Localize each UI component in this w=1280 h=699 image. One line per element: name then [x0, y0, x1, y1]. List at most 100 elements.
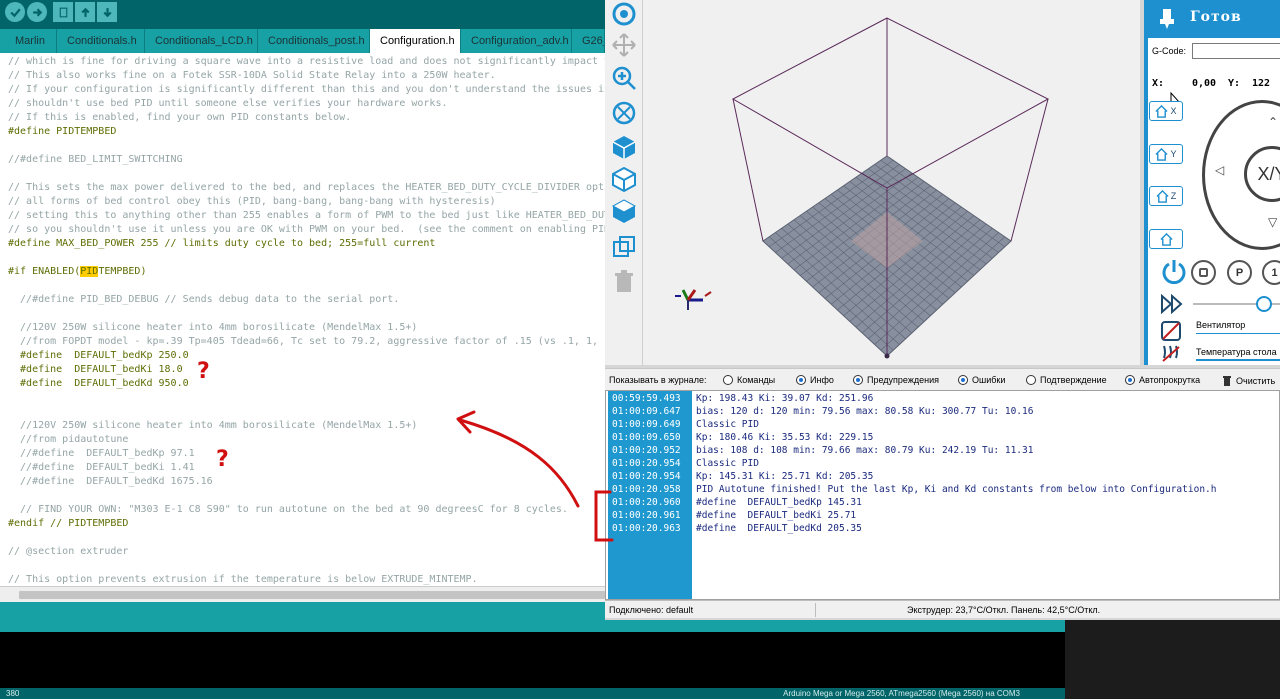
clear-log-button[interactable]: Очистить [1222, 375, 1275, 386]
park-button[interactable]: P [1227, 260, 1252, 285]
save-button[interactable] [97, 2, 117, 22]
filter-warnings[interactable]: Предупреждения [853, 375, 939, 385]
code-line: #define PIDTEMPBED [8, 126, 117, 137]
motor-off-button[interactable] [1191, 260, 1216, 285]
tab-conditionals-post[interactable]: Conditionals_post.h [258, 29, 370, 53]
tab-conditionals-lcd[interactable]: Conditionals_LCD.h [145, 29, 258, 53]
radio-acknowledge[interactable] [1026, 375, 1036, 385]
repetier-status-bar: Подключено: default Экструдер: 23,7°C/От… [605, 600, 1280, 618]
zoom-icon [612, 66, 636, 90]
radio-autoscroll[interactable] [1125, 375, 1135, 385]
code-line: #define MAX_BED_POWER 255 // limits duty… [8, 238, 436, 249]
arrow-down-icon [102, 7, 112, 17]
origin-dot [884, 353, 890, 359]
zoom-tool[interactable] [611, 65, 637, 91]
log-message: Kp: 198.43 Ki: 39.07 Kd: 251.96 [696, 393, 874, 404]
iso-view-tool[interactable] [611, 134, 637, 160]
front-view-tool[interactable] [611, 166, 637, 192]
filter-info[interactable]: Инфо [796, 375, 834, 385]
move-tool[interactable] [611, 32, 637, 58]
code-line: //#define DEFAULT_bedKp 97.1 [8, 448, 195, 459]
home-icon [1156, 189, 1169, 203]
home-icon [1155, 104, 1169, 118]
code-line: #define DEFAULT_bedKd 950.0 [8, 378, 189, 389]
home-x-button[interactable]: X [1149, 101, 1183, 121]
filter-errors[interactable]: Ошибки [958, 375, 1005, 385]
upload-button[interactable] [27, 2, 47, 22]
open-button[interactable] [75, 2, 95, 22]
code-line: // so you shouldn't use it unless you ar… [8, 224, 659, 235]
x-value: 0,00 [1192, 78, 1217, 89]
fan-off-icon[interactable] [1160, 320, 1182, 342]
delete-tool[interactable] [611, 268, 637, 294]
filter-commands[interactable]: Команды [723, 375, 775, 385]
trash-icon [615, 270, 633, 292]
gcode-input[interactable] [1192, 43, 1280, 59]
log-message: Classic PID [696, 419, 759, 430]
log-panel[interactable]: 00:59:59.493 01:00:09.647 01:00:09.649 01:0… [605, 390, 1280, 600]
radio-commands[interactable] [723, 375, 733, 385]
code-line: //#define PID_BED_DEBUG // Sends debug d… [8, 294, 400, 305]
scrollbar-thumb[interactable] [19, 591, 605, 599]
log-timestamp: 01:00:20.952 [612, 445, 681, 456]
heated-bed-off-icon[interactable] [1160, 344, 1182, 362]
tab-configuration-adv[interactable]: Configuration_adv.h [461, 29, 572, 53]
arrow-up-icon [80, 7, 90, 17]
jog-left-icon[interactable]: ◁ [1215, 163, 1224, 177]
3d-viewport[interactable] [643, 0, 1140, 365]
home-y-button[interactable]: Y [1149, 144, 1183, 164]
log-show-label: Показывать в журнале: [609, 375, 707, 385]
log-timestamp: 01:00:20.963 [612, 523, 681, 534]
log-timestamp: 01:00:20.958 [612, 484, 681, 495]
log-timestamps-column: 00:59:59.493 01:00:09.647 01:00:09.649 01:0… [608, 391, 692, 599]
code-line: //120V 250W silicone heater into 4mm bor… [8, 420, 418, 431]
fan-label: Вентилятор [1196, 320, 1246, 330]
bed-temp-underline [1196, 359, 1280, 361]
fit-view-tool[interactable] [611, 100, 637, 126]
home-icon [1155, 147, 1169, 161]
tab-configuration[interactable]: Configuration.h [370, 29, 461, 53]
preset-1-button[interactable]: 1 [1262, 260, 1280, 285]
log-message: PID Autotune finished! Put the last Kp, … [696, 484, 1217, 495]
jog-up-icon[interactable]: ⌃ [1268, 115, 1278, 129]
power-icon[interactable] [1160, 258, 1188, 286]
home-all-button[interactable] [1149, 229, 1183, 249]
y-label: Y: [1228, 78, 1241, 89]
log-timestamp: 01:00:20.960 [612, 497, 681, 508]
log-message: #define DEFAULT_bedKd 205.35 [696, 523, 862, 534]
x-label: X: [1152, 78, 1165, 89]
tab-conditionals[interactable]: Conditionals.h [57, 29, 145, 53]
log-message: #define DEFAULT_bedKi 25.71 [696, 510, 857, 521]
fast-forward-icon[interactable] [1160, 294, 1184, 314]
code-line: //#define DEFAULT_bedKi 1.41 [8, 462, 195, 473]
radio-errors[interactable] [958, 375, 968, 385]
code-line: #endif // PIDTEMPBED [8, 518, 129, 529]
home-z-button[interactable]: Z [1149, 186, 1183, 206]
tab-g26[interactable]: G26_Mesh_Validation_Tool.cpp [572, 29, 605, 53]
search-highlight: PID [80, 266, 99, 277]
rotate-tool[interactable] [611, 1, 637, 27]
filter-acknowledge[interactable]: Подтверждение [1026, 375, 1107, 385]
cube-front-icon [612, 166, 636, 192]
status-separator [815, 603, 816, 617]
log-message: bias: 120 d: 120 min: 79.56 max: 80.58 K… [696, 406, 1034, 417]
printer-head-icon [1160, 9, 1174, 29]
fan-slider-knob[interactable] [1256, 296, 1272, 312]
radio-warnings[interactable] [853, 375, 863, 385]
printer-status-header: Готов [1148, 0, 1280, 38]
parallel-view-tool[interactable] [611, 234, 637, 260]
log-timestamp: 01:00:09.647 [612, 406, 681, 417]
log-timestamp: 01:00:09.650 [612, 432, 681, 443]
arduino-status-bar: 380 Arduino Mega or Mega 2560, ATmega256… [0, 688, 1065, 699]
cube-icon [612, 136, 636, 159]
filter-autoscroll[interactable]: Автопрокрутка [1125, 375, 1200, 385]
verify-button[interactable] [5, 2, 25, 22]
connection-status: Подключено: default [609, 605, 694, 615]
log-timestamp: 01:00:09.649 [612, 419, 681, 430]
radio-info[interactable] [796, 375, 806, 385]
tab-marlin[interactable]: Marlin [5, 29, 57, 53]
new-button[interactable] [53, 2, 73, 22]
jog-down-icon[interactable]: ▽ [1268, 215, 1277, 229]
fan-underline [1196, 333, 1280, 334]
top-view-tool[interactable] [611, 198, 637, 224]
